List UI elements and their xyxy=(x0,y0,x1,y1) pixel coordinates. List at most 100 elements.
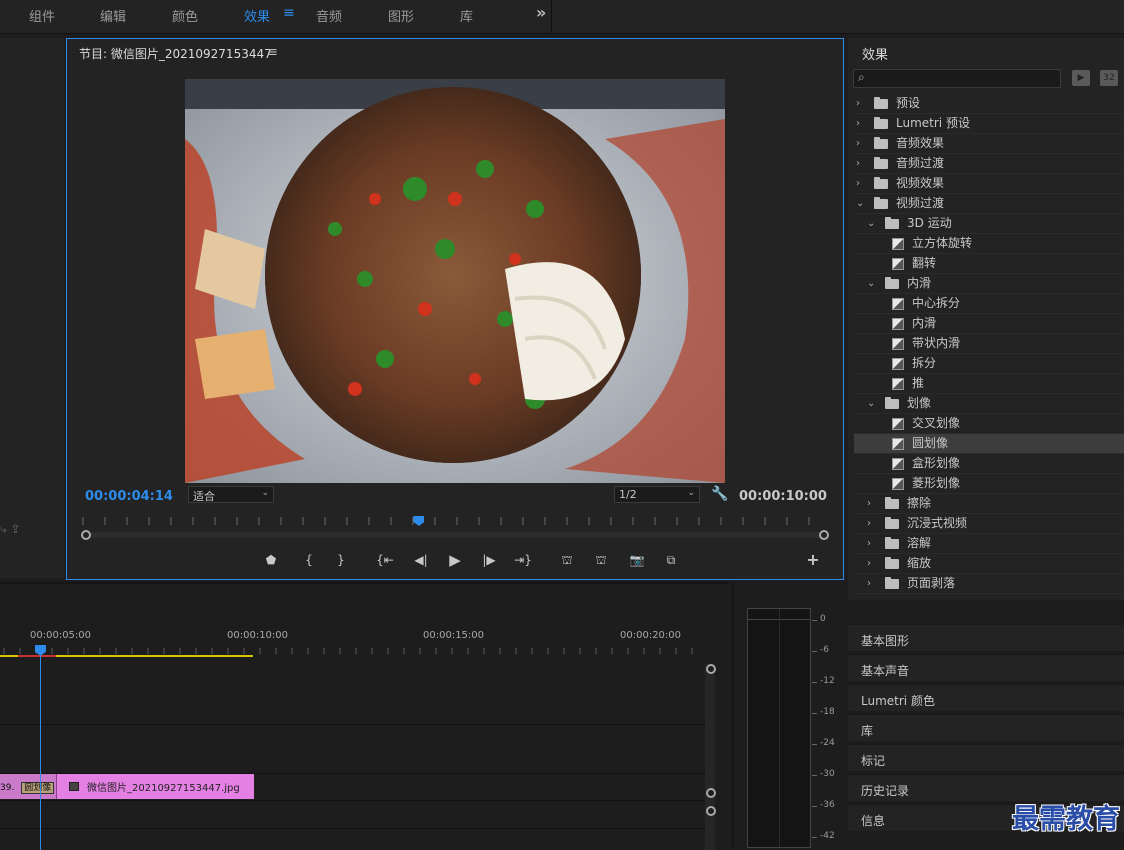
lift-icon[interactable]: ⛫ xyxy=(557,551,577,569)
effects-tree-item[interactable]: 盒形划像 xyxy=(854,454,1124,474)
chevron-right-icon[interactable]: › xyxy=(856,94,860,113)
go-to-out-icon[interactable]: ⇥} xyxy=(513,551,533,569)
mark-in-icon[interactable]: { xyxy=(299,551,319,569)
effects-tree-item[interactable]: › 缩放 xyxy=(854,554,1124,574)
effects-tree-item[interactable]: ⌄ 3D 运动 xyxy=(854,214,1124,234)
workspace-tab-graphics[interactable]: 图形 xyxy=(388,6,414,25)
scroll-handle[interactable] xyxy=(706,788,716,798)
meter-scale-label: -12 xyxy=(820,676,835,686)
effects-tree-item[interactable]: › 预设 xyxy=(854,94,1124,114)
effects-tree-item[interactable]: › 溶解 xyxy=(854,534,1124,554)
chevron-right-icon[interactable]: › xyxy=(867,574,871,593)
workspace-tab-libraries[interactable]: 库 xyxy=(460,6,473,25)
step-back-icon[interactable]: ◀| xyxy=(411,551,431,569)
current-timecode[interactable]: 00:00:04:14 xyxy=(85,489,173,504)
meter-scale-label: -18 xyxy=(820,707,835,717)
panel-essential-graphics[interactable]: 基本图形 xyxy=(848,623,1124,651)
effects-search-input[interactable]: ⌕ xyxy=(853,69,1061,88)
workspace-tab-effects[interactable]: 效果 xyxy=(244,6,270,25)
workspace-tab-assembly[interactable]: 组件 xyxy=(29,6,55,25)
play-icon[interactable]: ▶ xyxy=(445,551,465,569)
meter-tick xyxy=(812,744,817,745)
effects-tree-item[interactable]: › 视频效果 xyxy=(854,174,1124,194)
zoom-scrollbar[interactable] xyxy=(85,532,825,538)
effects-tree-item[interactable]: 圆划像 xyxy=(854,434,1124,454)
mark-out-icon[interactable]: } xyxy=(331,551,351,569)
scrollbar-left-handle[interactable] xyxy=(81,530,91,540)
workspace-tab-audio[interactable]: 音频 xyxy=(316,6,342,25)
chevron-right-icon[interactable]: › xyxy=(867,494,871,513)
scroll-handle[interactable] xyxy=(706,664,716,674)
panel-lumetri-color[interactable]: Lumetri 颜色 xyxy=(848,683,1124,711)
panel-markers[interactable]: 标记 xyxy=(848,743,1124,771)
chevron-right-icon[interactable]: › xyxy=(867,514,871,533)
accelerated-effects-icon[interactable]: ▶ xyxy=(1072,70,1090,86)
32bit-effects-icon[interactable]: 32 xyxy=(1100,70,1118,86)
workspace-tab-editing[interactable]: 编辑 xyxy=(100,6,126,25)
chevron-right-icon[interactable]: › xyxy=(867,534,871,553)
insert-overwrite-icons[interactable]: ⤷ ⇪ xyxy=(0,522,21,537)
step-forward-icon[interactable]: |▶ xyxy=(479,551,499,569)
chevron-down-icon[interactable]: ⌄ xyxy=(867,274,875,293)
meter-tick xyxy=(812,620,817,621)
wrench-icon[interactable]: 🔧 xyxy=(711,486,728,502)
effects-tree-item[interactable]: 拆分 xyxy=(854,354,1124,374)
chevron-right-icon[interactable]: › xyxy=(856,114,860,133)
panel-essential-sound[interactable]: 基本声音 xyxy=(848,653,1124,681)
effects-tree-item[interactable]: 中心拆分 xyxy=(854,294,1124,314)
effects-tree-item[interactable]: 内滑 xyxy=(854,314,1124,334)
panel-libraries[interactable]: 库 xyxy=(848,713,1124,741)
effects-tree-item[interactable]: › Lumetri 预设 xyxy=(854,114,1124,134)
chevron-down-icon: ⌄ xyxy=(261,488,269,498)
effects-tree-item[interactable]: › 音频效果 xyxy=(854,134,1124,154)
button-editor-plus-icon[interactable]: + xyxy=(803,551,823,569)
meter-tick xyxy=(812,713,817,714)
chevron-down-icon[interactable]: ⌄ xyxy=(856,194,864,213)
extract-icon[interactable]: ⛫ xyxy=(591,551,611,569)
effects-tree-item[interactable]: 立方体旋转 xyxy=(854,234,1124,254)
export-frame-camera-icon[interactable]: 📷 xyxy=(627,551,647,569)
effects-tree-item[interactable]: › 擦除 xyxy=(854,494,1124,514)
chevron-right-icon[interactable]: › xyxy=(856,134,860,153)
workspace-tab-color[interactable]: 颜色 xyxy=(172,6,198,25)
chevron-down-icon: ⌄ xyxy=(687,488,695,498)
chevron-down-icon[interactable]: ⌄ xyxy=(867,394,875,413)
chevron-down-icon[interactable]: ⌄ xyxy=(867,214,875,233)
effects-tree-item[interactable]: 翻转 xyxy=(854,254,1124,274)
chevron-right-icon[interactable]: › xyxy=(856,174,860,193)
meter-scale-label: -36 xyxy=(820,800,835,810)
folder-icon xyxy=(874,157,888,169)
timeline-clip-image[interactable]: 微信图片_20210927153447.jpg xyxy=(56,774,254,799)
transition-effect-icon xyxy=(892,378,904,390)
scrollbar-right-handle[interactable] xyxy=(819,530,829,540)
timeline-ruler-label: 00:00:20:00 xyxy=(620,630,682,641)
timeline-ruler-label: 00:00:05:00 xyxy=(30,630,92,641)
monitor-time-ruler[interactable] xyxy=(79,517,827,529)
timeline-vertical-scrollbar[interactable] xyxy=(705,664,716,850)
go-to-in-icon[interactable]: {⇤ xyxy=(375,551,395,569)
effects-tree-item[interactable]: ⌄ 内滑 xyxy=(854,274,1124,294)
effects-tree-item[interactable]: › 页面剥落 xyxy=(854,574,1124,594)
effects-tree-item[interactable]: 带状内滑 xyxy=(854,334,1124,354)
chevron-double-right-icon[interactable]: » xyxy=(536,3,546,22)
effects-tree-item[interactable]: ⌄ 划像 xyxy=(854,394,1124,414)
chevron-right-icon[interactable]: › xyxy=(867,554,871,573)
effects-tree-item[interactable]: › 沉浸式视频 xyxy=(854,514,1124,534)
effects-tree-item[interactable]: 推 xyxy=(854,374,1124,394)
timeline-ruler-label: 00:00:10:00 xyxy=(227,630,289,641)
panel-menu-icon[interactable]: ≡ xyxy=(267,45,278,60)
comparison-view-icon[interactable]: ⧉ xyxy=(661,551,681,569)
transition-tag[interactable]: 圆划像 xyxy=(21,782,55,794)
video-frame xyxy=(185,79,725,483)
chevron-right-icon[interactable]: › xyxy=(856,154,860,173)
zoom-select[interactable]: 适合 ⌄ xyxy=(188,486,274,503)
timeline-clip[interactable]: 39. 圆划像 xyxy=(0,774,56,799)
effects-tree-item[interactable]: › 音频过渡 xyxy=(854,154,1124,174)
effects-tree-item[interactable]: ⌄ 视频过渡 xyxy=(854,194,1124,214)
effects-tree-item[interactable]: 菱形划像 xyxy=(854,474,1124,494)
hamburger-menu-icon[interactable]: ≡ xyxy=(283,5,295,21)
add-marker-icon[interactable]: ⬟ xyxy=(261,551,281,569)
effects-tree-item[interactable]: 交叉划像 xyxy=(854,414,1124,434)
scroll-handle[interactable] xyxy=(706,806,716,816)
resolution-select[interactable]: 1/2 ⌄ xyxy=(614,486,700,503)
